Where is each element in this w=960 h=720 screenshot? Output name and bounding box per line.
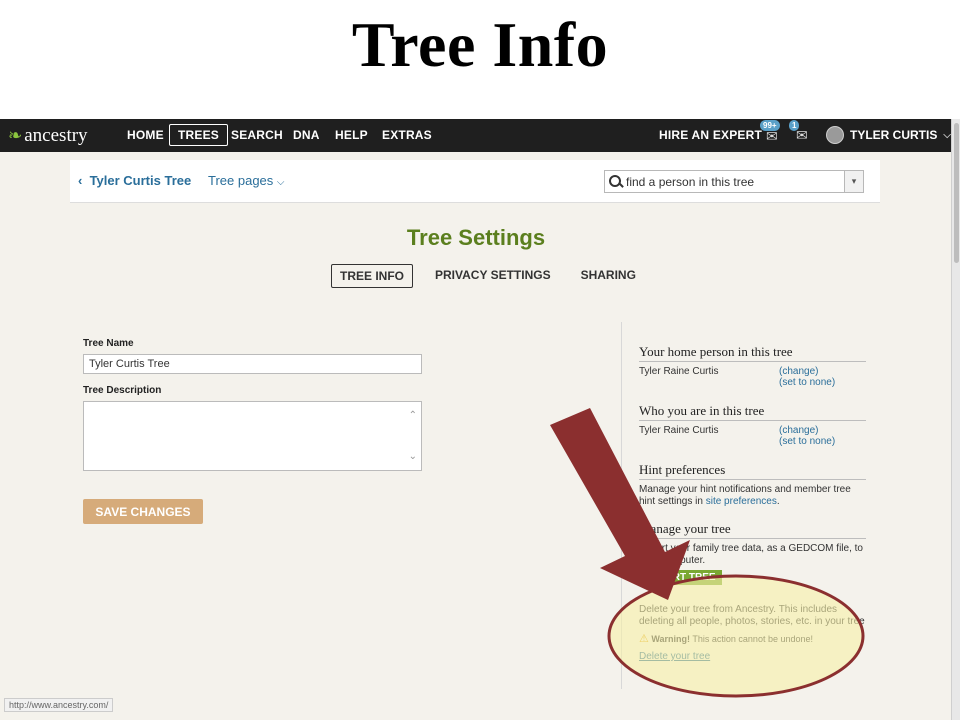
page-title: Tree Settings <box>406 225 546 250</box>
tab-privacy-settings[interactable]: PRIVACY SETTINGS <box>427 264 559 288</box>
warning-icon: ⚠ <box>639 633 649 645</box>
warning-text: This action cannot be undone! <box>692 634 813 644</box>
export-tree-button[interactable]: EXPORT TREE <box>639 570 722 585</box>
chevron-down-icon: ⌵ <box>276 177 285 188</box>
search-icon <box>608 174 624 190</box>
page-scrollbar[interactable] <box>951 119 960 720</box>
logo-text: ancestry <box>24 125 88 146</box>
avatar <box>826 126 844 144</box>
warning-label: Warning! <box>651 634 691 644</box>
tab-sharing[interactable]: SHARING <box>573 264 644 288</box>
home-person-heading: Your home person in this tree <box>639 344 866 362</box>
who-you-are-heading: Who you are in this tree <box>639 403 866 421</box>
tree-options-sidebar: Your home person in this tree Tyler Rain… <box>621 322 872 689</box>
who-you-are-name: Tyler Raine Curtis <box>639 425 719 436</box>
scrollbar-thumb[interactable] <box>954 123 959 263</box>
scroll-down-icon[interactable]: ⌄ <box>409 451 417 462</box>
user-name: TYLER CURTIS <box>850 128 938 142</box>
delete-tree-section: Delete your tree from Ancestry. This inc… <box>639 604 869 663</box>
notifications-badge: 99+ <box>760 120 780 131</box>
tree-name-label: Tree Name <box>83 338 134 349</box>
home-person-set-none-link[interactable]: (set to none) <box>779 377 835 388</box>
tree-description-field[interactable]: ⌃ ⌄ <box>83 401 422 471</box>
nav-help[interactable]: HELP <box>335 128 368 142</box>
hint-preferences-section: Hint preferences Manage your hint notifi… <box>639 462 866 508</box>
browser-screenshot: ❧ ancestry HOME TREES SEARCH DNA HELP EX… <box>0 119 952 720</box>
home-person-section: Your home person in this tree Tyler Rain… <box>639 344 866 388</box>
hint-preferences-heading: Hint preferences <box>639 462 866 480</box>
back-to-tree-link[interactable]: ‹ Tyler Curtis Tree <box>78 173 191 188</box>
leaf-icon: ❧ <box>8 126 23 145</box>
status-bar-url: http://www.ancestry.com/ <box>4 698 114 712</box>
hint-preferences-end: . <box>776 496 780 507</box>
top-navigation: ❧ ancestry HOME TREES SEARCH DNA HELP EX… <box>0 119 952 152</box>
chevron-left-icon: ‹ <box>78 173 83 188</box>
search-dropdown-button[interactable]: ▾ <box>844 171 863 192</box>
delete-tree-description: Delete your tree from Ancestry. This inc… <box>639 604 865 627</box>
tab-tree-info[interactable]: TREE INFO <box>331 264 414 288</box>
who-you-are-set-none-link[interactable]: (set to none) <box>779 436 835 447</box>
who-you-are-section: Who you are in this tree Tyler Raine Cur… <box>639 403 866 447</box>
settings-tabs: TREE INFO PRIVACY SETTINGS SHARING <box>331 264 644 288</box>
tree-pages-label: Tree pages <box>208 173 274 188</box>
tree-name-field[interactable]: Tyler Curtis Tree <box>83 354 422 374</box>
who-you-are-change-link[interactable]: (change) <box>779 425 818 436</box>
chevron-down-icon: ⌵ <box>943 129 951 141</box>
nav-dna[interactable]: DNA <box>293 128 320 142</box>
manage-tree-section: Manage your tree Export your family tree… <box>639 521 866 585</box>
export-description: Export your family tree data, as a GEDCO… <box>639 543 863 566</box>
hire-expert-link[interactable]: HIRE AN EXPERT <box>659 128 762 142</box>
slide-title: Tree Info <box>351 9 609 80</box>
home-person-name: Tyler Raine Curtis <box>639 366 719 377</box>
tree-pages-menu[interactable]: Tree pages ⌵ <box>208 173 285 188</box>
nav-extras[interactable]: EXTRAS <box>382 128 432 142</box>
find-person-search: find a person in this tree ▾ <box>604 170 864 193</box>
home-person-change-link[interactable]: (change) <box>779 366 818 377</box>
manage-tree-heading: Manage your tree <box>639 521 866 539</box>
nav-trees[interactable]: TREES <box>169 124 229 146</box>
save-changes-button[interactable]: SAVE CHANGES <box>83 499 203 524</box>
tree-description-label: Tree Description <box>83 385 162 396</box>
delete-tree-link[interactable]: Delete your tree <box>639 651 869 663</box>
user-menu[interactable]: TYLER CURTIS ⌵ <box>826 126 951 144</box>
nav-home[interactable]: HOME <box>127 128 164 142</box>
search-input[interactable]: find a person in this tree <box>626 175 844 189</box>
messages-icon[interactable]: ✉ <box>796 127 808 144</box>
ancestry-logo[interactable]: ❧ ancestry <box>8 125 88 147</box>
scroll-up-icon[interactable]: ⌃ <box>409 410 417 421</box>
site-preferences-link[interactable]: site preferences <box>706 496 777 507</box>
nav-search[interactable]: SEARCH <box>231 128 283 142</box>
tree-subheader: ‹ Tyler Curtis Tree Tree pages ⌵ find a … <box>70 160 880 203</box>
back-label: Tyler Curtis Tree <box>89 173 192 188</box>
